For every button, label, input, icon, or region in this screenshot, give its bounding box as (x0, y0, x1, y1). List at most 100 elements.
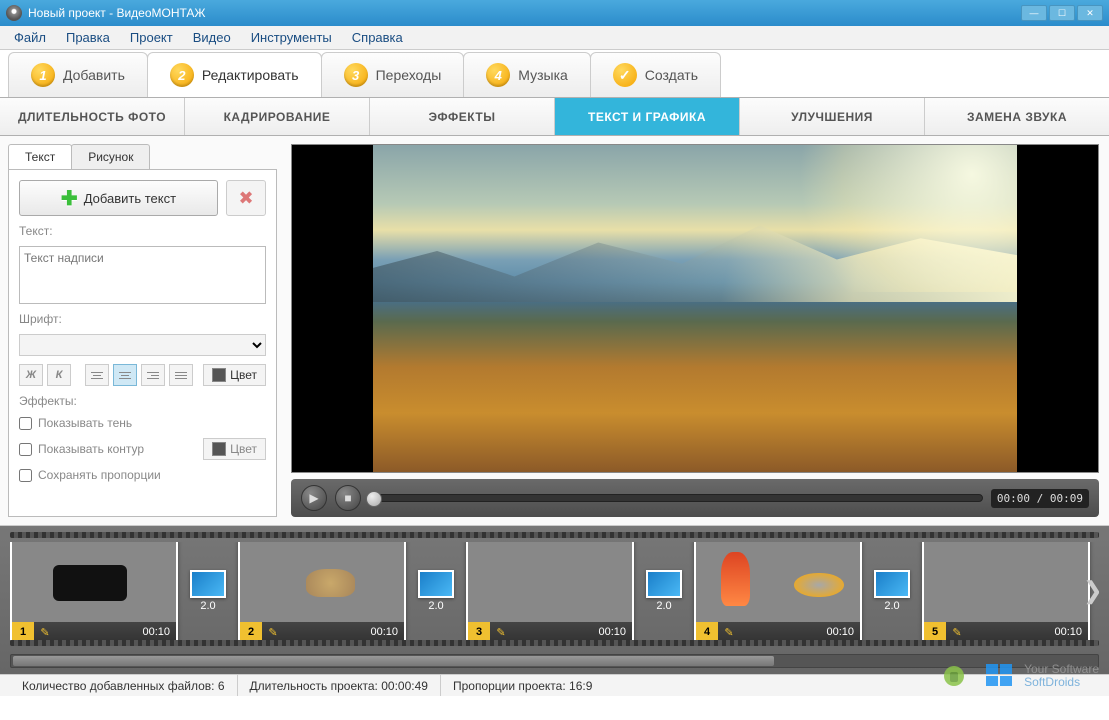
app-icon (6, 5, 22, 21)
step-4-icon: 4 (486, 63, 510, 87)
transition-3: 2.0 (644, 570, 684, 612)
wizard-edit[interactable]: 2Редактировать (147, 52, 322, 97)
windows-icon (984, 660, 1016, 692)
menu-help[interactable]: Справка (344, 28, 411, 47)
wizard-create-label: Создать (645, 67, 698, 83)
step-1-icon: 1 (31, 63, 55, 87)
align-right-button[interactable] (141, 364, 165, 386)
shadow-label: Показывать тень (38, 416, 132, 430)
seek-knob[interactable] (366, 491, 382, 507)
keep-ratio-checkbox[interactable] (19, 469, 32, 482)
clip-edit-button[interactable]: ✎ (262, 622, 284, 640)
status-length-value: 00:00:49 (381, 679, 428, 693)
transition-thumb[interactable] (418, 570, 454, 598)
text-label: Текст: (19, 224, 266, 238)
timeline-next-button[interactable]: ❯ (1083, 577, 1099, 606)
transition-4: 2.0 (872, 570, 912, 612)
clip-edit-button[interactable]: ✎ (718, 622, 740, 640)
clip-5[interactable]: 5✎00:10 (922, 542, 1090, 640)
stop-button[interactable]: ■ (335, 485, 361, 511)
font-label: Шрифт: (19, 312, 266, 326)
clip-edit-button[interactable]: ✎ (946, 622, 968, 640)
italic-button[interactable]: К (47, 364, 71, 386)
timeline: 1✎00:102.02✎00:102.03✎00:102.04✎00:102.0… (0, 526, 1109, 674)
titlebar: Новый проект - ВидеоМОНТАЖ — ☐ ✕ (0, 0, 1109, 26)
subtab-enhance[interactable]: УЛУЧШЕНИЯ (740, 98, 925, 135)
clip-3[interactable]: 3✎00:10 (466, 542, 634, 640)
clip-thumbnail (924, 542, 1088, 622)
clip-edit-button[interactable]: ✎ (34, 622, 56, 640)
menu-project[interactable]: Проект (122, 28, 181, 47)
player-controls: ▶ ■ 00:00 / 00:09 (291, 479, 1099, 517)
clip-1[interactable]: 1✎00:10 (10, 542, 178, 640)
window-title: Новый проект - ВидеоМОНТАЖ (28, 6, 1021, 20)
align-justify-button[interactable] (169, 364, 193, 386)
align-left-button[interactable] (85, 364, 109, 386)
timeline-scrollbar[interactable] (10, 654, 1099, 668)
delete-icon: ✖ (238, 188, 253, 209)
transition-duration: 2.0 (884, 600, 899, 612)
wizard-create[interactable]: ✓ Создать (590, 52, 721, 97)
font-select[interactable] (19, 334, 266, 356)
clip-edit-button[interactable]: ✎ (490, 622, 512, 640)
menu-video[interactable]: Видео (185, 28, 239, 47)
menu-edit[interactable]: Правка (58, 28, 118, 47)
edit-subtabs: ДЛИТЕЛЬНОСТЬ ФОТО КАДРИРОВАНИЕ ЭФФЕКТЫ Т… (0, 98, 1109, 136)
wizard-music[interactable]: 4 Музыка (463, 52, 591, 97)
clip-number: 1 (12, 622, 34, 640)
add-text-button[interactable]: ✚Добавить текст (19, 180, 218, 216)
wizard-add[interactable]: 1Добавить (8, 52, 148, 97)
caption-textarea[interactable] (19, 246, 266, 304)
color-swatch-icon (212, 368, 226, 382)
stop-icon: ■ (344, 491, 351, 505)
outline-label: Показывать контур (38, 442, 144, 456)
bold-button[interactable]: Ж (19, 364, 43, 386)
watermark-line2: SoftDroids (1024, 676, 1099, 689)
video-preview[interactable] (291, 144, 1099, 473)
transition-thumb[interactable] (874, 570, 910, 598)
shadow-checkbox-row[interactable]: Показывать тень (19, 416, 266, 430)
color-swatch-icon (212, 442, 226, 456)
clip-duration: 00:10 (826, 626, 860, 638)
filmstrip-bottom (10, 640, 1099, 646)
step-3-icon: 3 (344, 63, 368, 87)
subtab-text-graphics[interactable]: ТЕКСТ И ГРАФИКА (555, 98, 740, 135)
text-color-button[interactable]: Цвет (203, 364, 266, 386)
wizard-transitions[interactable]: 3Переходы (321, 52, 465, 97)
transition-thumb[interactable] (190, 570, 226, 598)
status-aspect-value: 16:9 (569, 679, 592, 693)
align-center-button[interactable] (113, 364, 137, 386)
shadow-checkbox[interactable] (19, 417, 32, 430)
subtab-crop[interactable]: КАДРИРОВАНИЕ (185, 98, 370, 135)
outline-checkbox[interactable] (19, 443, 32, 456)
clip-2[interactable]: 2✎00:10 (238, 542, 406, 640)
preview-frame-image (373, 145, 1018, 472)
transition-thumb[interactable] (646, 570, 682, 598)
subtab-duration[interactable]: ДЛИТЕЛЬНОСТЬ ФОТО (0, 98, 185, 135)
check-icon: ✓ (613, 63, 637, 87)
wizard-music-label: Музыка (518, 67, 568, 83)
play-button[interactable]: ▶ (301, 485, 327, 511)
close-button[interactable]: ✕ (1077, 5, 1103, 21)
effects-label: Эффекты: (19, 394, 266, 408)
menu-file[interactable]: Файл (6, 28, 54, 47)
delete-text-button[interactable]: ✖ (226, 180, 266, 216)
step-2-icon: 2 (170, 63, 194, 87)
watermark: Your SoftwareSoftDroids (944, 660, 1099, 692)
seek-bar[interactable] (369, 494, 983, 502)
subtab-audio[interactable]: ЗАМЕНА ЗВУКА (925, 98, 1109, 135)
maximize-button[interactable]: ☐ (1049, 5, 1075, 21)
timeline-scroll-thumb[interactable] (13, 656, 774, 666)
outline-color-button[interactable]: Цвет (203, 438, 266, 460)
keep-ratio-row[interactable]: Сохранять пропорции (19, 468, 266, 482)
lptab-text[interactable]: Текст (8, 144, 72, 169)
menu-tools[interactable]: Инструменты (243, 28, 340, 47)
clip-4[interactable]: 4✎00:10 (694, 542, 862, 640)
subtab-effects[interactable]: ЭФФЕКТЫ (370, 98, 555, 135)
keep-ratio-label: Сохранять пропорции (38, 468, 161, 482)
lptab-image[interactable]: Рисунок (71, 144, 150, 169)
clip-thumbnail (240, 542, 404, 622)
time-display: 00:00 / 00:09 (991, 489, 1089, 508)
minimize-button[interactable]: — (1021, 5, 1047, 21)
wizard-tabs: 1Добавить 2Редактировать 3Переходы 4 Музы… (0, 50, 1109, 98)
